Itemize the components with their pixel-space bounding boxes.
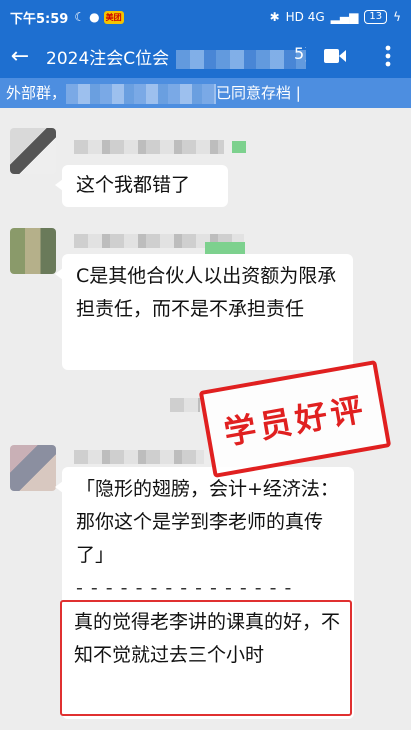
notice-text-end: 已同意存档 | — [216, 84, 301, 102]
highlight-box: 真的觉得老李讲的课真的好，不知不觉就过去三个小时 — [60, 600, 352, 716]
bluetooth-icon: ✱ — [269, 10, 280, 24]
timestamp-redacted — [170, 398, 200, 412]
mosaic-redaction — [66, 83, 217, 104]
signal-icon: ▂▄▆ — [330, 10, 359, 24]
sender-name-redacted — [74, 140, 224, 154]
sender-tag — [232, 141, 246, 153]
more-options-icon[interactable] — [378, 44, 398, 68]
sender-name-redacted — [74, 450, 204, 464]
battery-indicator: 13 — [364, 10, 388, 24]
group-notice-banner[interactable]: 外部群， 已同意存档 | — [0, 78, 411, 108]
status-time: 下午5:59 — [10, 11, 69, 27]
chat-header: ← 2024注会C位会 5) — [0, 34, 411, 78]
back-arrow-icon[interactable]: ← — [0, 44, 40, 69]
message-bubble[interactable]: C是其他合伙人以出资额为限承担责任，而不是不承担责任 — [55, 254, 353, 370]
chat-title[interactable]: 2024注会C位会 5) — [46, 44, 306, 69]
avatar[interactable] — [10, 228, 56, 274]
message-text: C是其他合伙人以出资额为限承担责任，而不是不承担责任 — [76, 265, 337, 320]
chat-title-text: 2024注会C位会 — [46, 48, 170, 69]
message-bubble[interactable]: 这个我都错了 — [55, 165, 228, 207]
message-bubble[interactable]: 「隐形的翅膀，会计+经济法：那你这个是学到李老师的真传了」 - - - - - … — [55, 467, 354, 719]
avatar[interactable] — [10, 445, 56, 491]
network-indicator: HD 4G — [285, 10, 325, 24]
video-call-icon[interactable] — [323, 46, 347, 66]
moon-icon: ☾ — [74, 10, 86, 24]
sender-tag — [205, 242, 245, 254]
chat-member-count: 5) — [294, 43, 306, 63]
notice-text-start: 外部群， — [6, 84, 67, 102]
quoted-message: 「隐形的翅膀，会计+经济法：那你这个是学到李老师的真传了」 — [76, 478, 339, 566]
charging-icon: ϟ — [393, 10, 401, 24]
reply-text: 真的觉得老李讲的课真的好，不知不觉就过去三个小时 — [74, 611, 341, 666]
message-text: 这个我都错了 — [76, 174, 191, 196]
status-bar: 下午5:59 ☾ ● 美团 ✱ HD 4G ▂▄▆ 13 ϟ — [0, 0, 411, 34]
meituan-icon: 美团 — [103, 10, 124, 24]
wechat-icon: ● — [89, 10, 100, 24]
avatar[interactable] — [10, 128, 56, 174]
review-stamp: 学员好评 — [198, 360, 392, 478]
mosaic-redaction — [176, 49, 306, 69]
status-notification-icons: ☾ ● 美团 — [74, 10, 124, 24]
